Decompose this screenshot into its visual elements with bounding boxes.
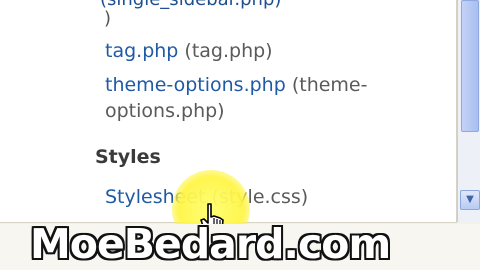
- file-desc: (theme-: [291, 74, 368, 96]
- file-desc: options.php): [105, 100, 225, 122]
- chevron-down-icon[interactable]: ▼: [460, 190, 480, 210]
- file-item-theme-options-continued: options.php): [105, 98, 225, 124]
- scrollbar-thumb[interactable]: [461, 0, 479, 132]
- file-link[interactable]: theme-options.php: [105, 74, 286, 96]
- partial-file-item[interactable]: (single_sidebar.php): [100, 0, 281, 10]
- file-desc: (tag.php): [184, 40, 273, 62]
- vertical-scrollbar[interactable]: ▼: [457, 0, 480, 222]
- paren-close: ): [104, 8, 112, 29]
- styles-heading: Styles: [95, 146, 161, 168]
- file-link[interactable]: tag.php: [105, 40, 178, 62]
- file-item-tag[interactable]: tag.php (tag.php): [105, 38, 273, 64]
- file-item-theme-options[interactable]: theme-options.php (theme-: [105, 72, 367, 98]
- watermark: MoeBedard.com: [30, 220, 391, 268]
